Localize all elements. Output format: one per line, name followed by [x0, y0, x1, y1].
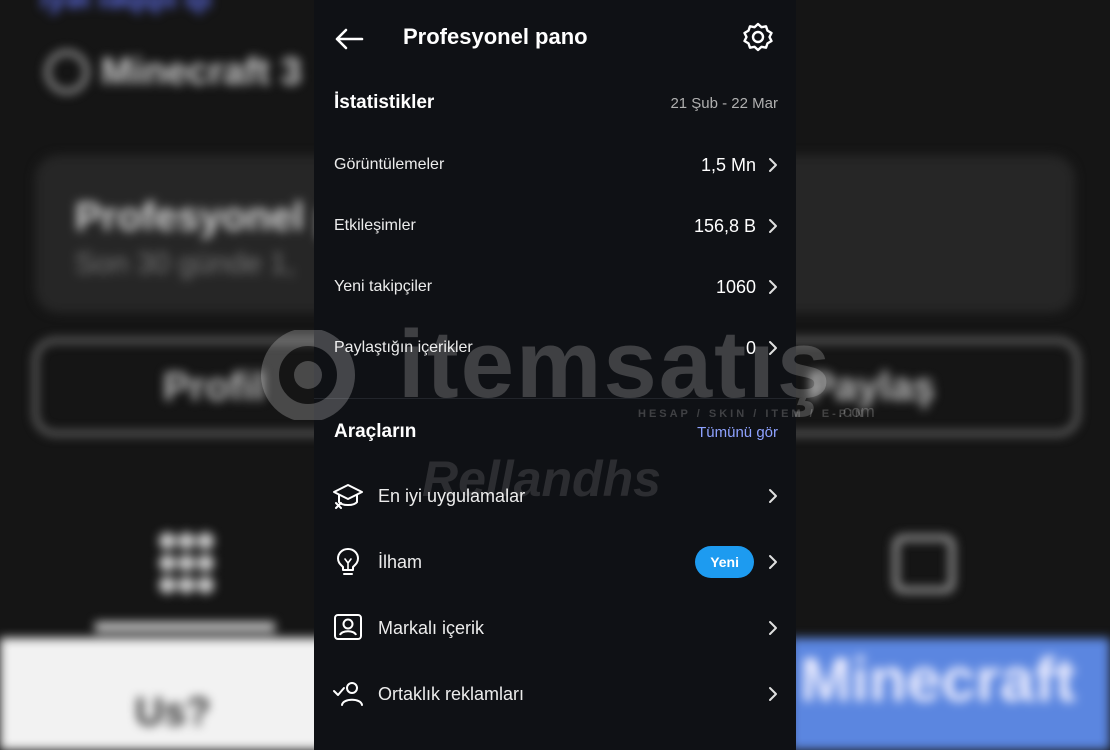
stat-label: Yeni takipçiler [334, 278, 433, 295]
stat-row-interactions[interactable]: Etkileşimler 156,8 B [334, 201, 778, 251]
tool-label: İlham [378, 551, 423, 572]
tool-item-inspiration[interactable]: İlham Yeni [332, 534, 778, 590]
see-all-link[interactable]: Tümünü gör [697, 424, 778, 441]
chevron-right-icon [769, 280, 777, 294]
tool-label: Markalı içerik [378, 617, 485, 638]
chevron-right-icon [769, 489, 777, 503]
section-divider [314, 398, 796, 399]
tools-header: Araçların Tümünü gör [334, 421, 778, 443]
stat-value: 1,5 Mn [700, 154, 756, 175]
settings-button[interactable] [742, 21, 774, 53]
background-card-title: Profesyonel p [75, 195, 340, 239]
grid-icon [158, 530, 214, 596]
header: Profesyonel pano [314, 0, 796, 76]
lightbulb-icon [332, 546, 364, 578]
chevron-right-icon [769, 341, 777, 355]
graduation-cap-icon [332, 480, 364, 512]
stat-row-new-followers[interactable]: Yeni takipçiler 1060 [334, 262, 778, 312]
tool-label: En iyi uygulamalar [378, 485, 526, 506]
stat-value-group: 1,5 Mn [701, 155, 778, 176]
back-button[interactable] [332, 22, 366, 56]
background-title-row: Minecraft 3 [45, 50, 302, 94]
new-badge: Yeni [695, 546, 754, 578]
background-title: Minecraft 3 [101, 50, 302, 93]
chevron-right-icon [769, 158, 777, 172]
tool-label: Ortaklık reklamları [378, 683, 525, 704]
background-post-text: Us? [135, 690, 211, 734]
stat-value: 1060 [715, 276, 756, 297]
tools-title: Araçların [334, 421, 417, 442]
stat-label: Görüntülemeler [334, 156, 445, 173]
background-link: ıyəi ıəqqıı qı [40, 0, 212, 16]
stat-value: 0 [745, 337, 756, 358]
partnership-person-check-icon [332, 678, 364, 710]
background-post-text-2: Minecraft [800, 646, 1076, 715]
chevron-right-icon [769, 555, 777, 569]
professional-dashboard-panel: Profesyonel pano İstatistikler 21 Şub - … [314, 0, 796, 750]
stat-value: 156,8 B [693, 215, 756, 236]
arrow-left-icon [335, 28, 364, 50]
stat-value-group: 0 [746, 338, 778, 359]
tool-item-branded-content[interactable]: Markalı içerik [332, 600, 778, 656]
stat-row-views[interactable]: Görüntülemeler 1,5 Mn [334, 140, 778, 190]
chevron-right-icon [769, 621, 777, 635]
stat-label: Etkileşimler [334, 217, 416, 234]
stat-label: Paylaştığın içerikler [334, 339, 473, 356]
chevron-right-icon [769, 219, 777, 233]
stat-value-group: 1060 [716, 277, 778, 298]
statistics-header: İstatistikler 21 Şub - 22 Mar [334, 92, 778, 114]
gear-icon [743, 22, 773, 52]
threads-icon [45, 50, 89, 94]
tagged-icon [893, 535, 955, 593]
stat-value-group: 156,8 B [694, 216, 778, 237]
date-range: 21 Şub - 22 Mar [670, 94, 778, 112]
tab-underline [95, 622, 275, 632]
page-title: Profesyonel pano [403, 24, 588, 49]
stat-row-shared-content[interactable]: Paylaştığın içerikler 0 [334, 323, 778, 373]
background-card-subtitle: Son 30 günde 1, [75, 247, 296, 280]
tool-item-best-practices[interactable]: En iyi uygulamalar [332, 468, 778, 524]
chevron-right-icon [769, 687, 777, 701]
statistics-title: İstatistikler [334, 92, 435, 113]
background-share-button: Paylaş [760, 338, 1080, 436]
branded-content-icon [332, 612, 364, 644]
tool-item-partnership-ads[interactable]: Ortaklık reklamları [332, 666, 778, 722]
